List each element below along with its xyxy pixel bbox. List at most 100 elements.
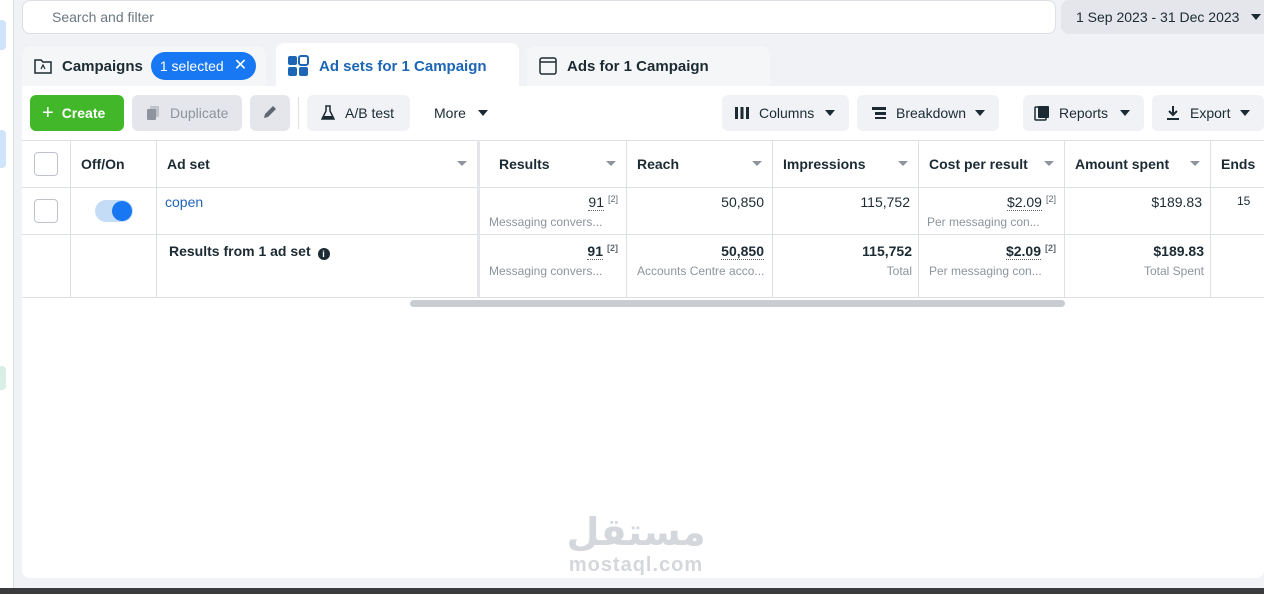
columns-label: Columns [759, 105, 815, 121]
header-impressions-label: Impressions [783, 155, 866, 172]
ab-test-button[interactable]: A/B test [307, 95, 410, 131]
adset-name-link[interactable]: copen [165, 194, 203, 210]
toggle-knob [112, 201, 132, 221]
chevron-down-icon [477, 110, 488, 116]
row-divider [22, 297, 1264, 298]
row-results-value: 91 [588, 194, 604, 211]
more-button[interactable]: More [420, 95, 502, 131]
create-button[interactable]: + Create [30, 95, 124, 131]
watermark-latin: mostaql.com [568, 554, 704, 576]
select-all-checkbox[interactable] [34, 152, 58, 176]
date-range-label: 1 Sep 2023 - 31 Dec 2023 [1076, 9, 1240, 25]
header-off-on[interactable]: Off/On [81, 140, 151, 187]
summary-cost-value: $2.09 [1005, 243, 1041, 260]
header-reach[interactable]: Reach [637, 140, 770, 187]
summary-label-text: Results from 1 ad set [169, 243, 311, 259]
header-cost-label: Cost per result [929, 155, 1028, 172]
chevron-down-icon [1120, 110, 1130, 116]
chevron-down-icon [1251, 14, 1262, 20]
summary-cost-sub: Per messaging con... [929, 264, 1042, 278]
columns-button[interactable]: Columns [722, 95, 849, 131]
close-icon[interactable]: ✕ [234, 58, 247, 74]
row-results-note: [2] [607, 194, 618, 204]
ab-test-label: A/B test [345, 105, 395, 121]
summary-impressions-sub: Total [886, 264, 912, 278]
toolbar-divider [298, 97, 299, 129]
row-cost-value: $2.09 [1006, 194, 1042, 211]
chevron-down-icon [825, 110, 835, 116]
reports-button[interactable]: Reports [1023, 95, 1144, 131]
tab-campaigns-label: Campaigns [62, 57, 143, 75]
sort-icon [1044, 161, 1054, 166]
column-divider [70, 140, 71, 298]
row-ends: 15 [1237, 194, 1251, 208]
header-ends[interactable]: Ends [1221, 140, 1264, 187]
summary-results-sub: Messaging convers... [489, 264, 603, 278]
date-range-picker[interactable]: 1 Sep 2023 - 31 Dec 2023 [1061, 0, 1264, 34]
duplicate-label: Duplicate [170, 105, 229, 121]
ad-window-icon [539, 57, 557, 75]
column-divider [918, 140, 919, 298]
header-results[interactable]: Results [499, 140, 624, 187]
summary-cost-note: [2] [1045, 243, 1056, 253]
breakdown-button[interactable]: Breakdown [857, 95, 999, 131]
summary-cost: $2.09 [2] [926, 243, 1056, 260]
rail-marker [0, 130, 6, 168]
taskbar-strip [0, 588, 1264, 594]
sort-icon [606, 161, 616, 166]
row-checkbox[interactable] [34, 199, 58, 223]
row-divider [22, 234, 1264, 235]
row-cost: $2.09 [2] [926, 194, 1056, 211]
summary-results: 91 [2] [492, 243, 618, 260]
flask-icon [319, 105, 337, 121]
sort-icon [1190, 161, 1200, 166]
row-cost-sub: Per messaging con... [927, 215, 1040, 229]
create-label: Create [61, 105, 106, 121]
header-ad-set[interactable]: Ad set [167, 140, 475, 187]
breakdown-icon [870, 105, 888, 121]
info-icon[interactable]: i [317, 248, 330, 260]
chevron-down-icon [975, 110, 985, 116]
column-divider [626, 140, 627, 298]
row-impressions: 115,752 [860, 194, 910, 210]
tab-adsets[interactable]: Ad sets for 1 Campaign [276, 43, 519, 89]
summary-amount: $189.83 [1153, 243, 1204, 259]
summary-reach: 50,850 [634, 243, 764, 260]
horizontal-scrollbar[interactable] [410, 300, 1065, 307]
export-label: Export [1190, 105, 1231, 121]
adset-toggle[interactable] [95, 200, 133, 222]
tab-ads-label: Ads for 1 Campaign [567, 57, 709, 75]
tab-adsets-label: Ad sets for 1 Campaign [319, 57, 487, 75]
header-reach-label: Reach [637, 155, 680, 172]
selected-badge[interactable]: 1 selected ✕ [150, 52, 257, 80]
duplicate-button[interactable]: Duplicate [132, 95, 242, 131]
download-icon [1164, 105, 1182, 121]
column-divider [772, 140, 773, 298]
tab-ads[interactable]: Ads for 1 Campaign [527, 46, 770, 86]
reports-icon [1033, 105, 1051, 121]
header-ad-set-label: Ad set [167, 155, 210, 172]
column-divider [1210, 140, 1211, 298]
edit-button[interactable] [250, 95, 290, 131]
column-divider [156, 140, 157, 298]
search-input[interactable]: Search and filter [22, 0, 1056, 34]
header-cost-per-result[interactable]: Cost per result [929, 140, 1062, 187]
header-ends-label: Ends [1221, 155, 1256, 172]
rail-marker [0, 20, 6, 50]
grid-icon [287, 55, 309, 77]
more-label: More [434, 105, 466, 121]
row-divider [22, 187, 1264, 188]
summary-results-value: 91 [587, 243, 603, 260]
header-results-label: Results [499, 155, 550, 172]
header-amount-spent[interactable]: Amount spent [1075, 140, 1208, 187]
summary-amount-sub: Total Spent [1143, 264, 1204, 278]
tab-campaigns[interactable]: Campaigns 1 selected ✕ [22, 46, 266, 86]
watermark-arabic: مستقل [566, 510, 706, 554]
watermark: مستقل mostaql.com [556, 510, 716, 577]
adsets-table: Off/On Ad set Results Reach Impressions … [22, 140, 1264, 298]
export-button[interactable]: Export [1152, 95, 1264, 131]
folder-icon [34, 58, 52, 74]
header-impressions[interactable]: Impressions [783, 140, 916, 187]
reports-label: Reports [1059, 105, 1109, 121]
selected-badge-label: 1 selected [159, 58, 224, 74]
